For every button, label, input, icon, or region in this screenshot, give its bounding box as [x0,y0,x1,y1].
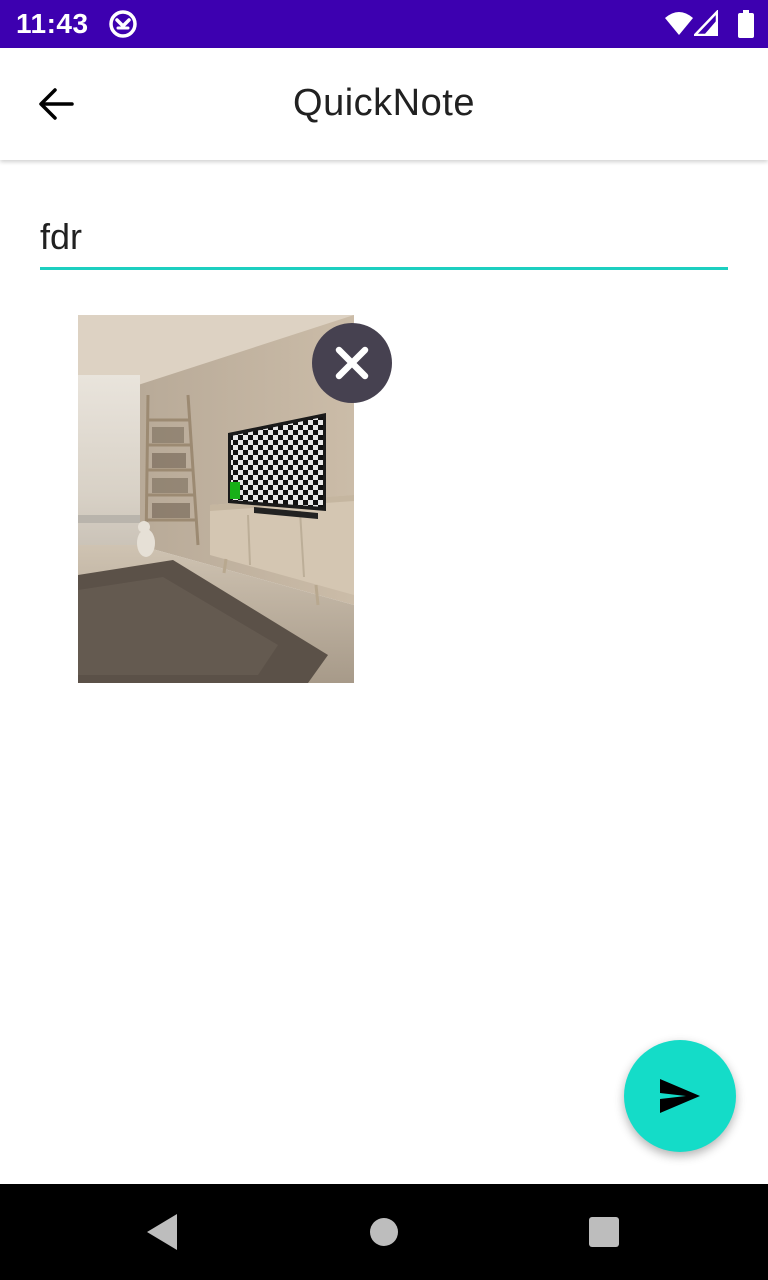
app-notification-icon [109,10,137,38]
nav-home-icon[interactable] [370,1218,398,1246]
wifi-icon [665,12,693,35]
remove-image-button[interactable] [312,323,392,403]
close-icon [335,346,369,380]
nav-back-icon[interactable] [144,1212,180,1252]
nav-recents-icon[interactable] [589,1217,619,1247]
status-time: 11:43 [16,8,89,39]
page-title: QuickNote [293,82,475,124]
send-icon [660,1079,700,1113]
battery-icon [738,10,754,38]
app-bar: QuickNote [0,48,768,160]
system-nav-bar [0,1184,768,1280]
note-text-field[interactable]: fdr [40,210,728,270]
note-text-value: fdr [40,216,83,257]
send-button[interactable] [624,1040,736,1152]
signal-icon [694,10,718,36]
status-bar: 11:43 [0,0,768,48]
